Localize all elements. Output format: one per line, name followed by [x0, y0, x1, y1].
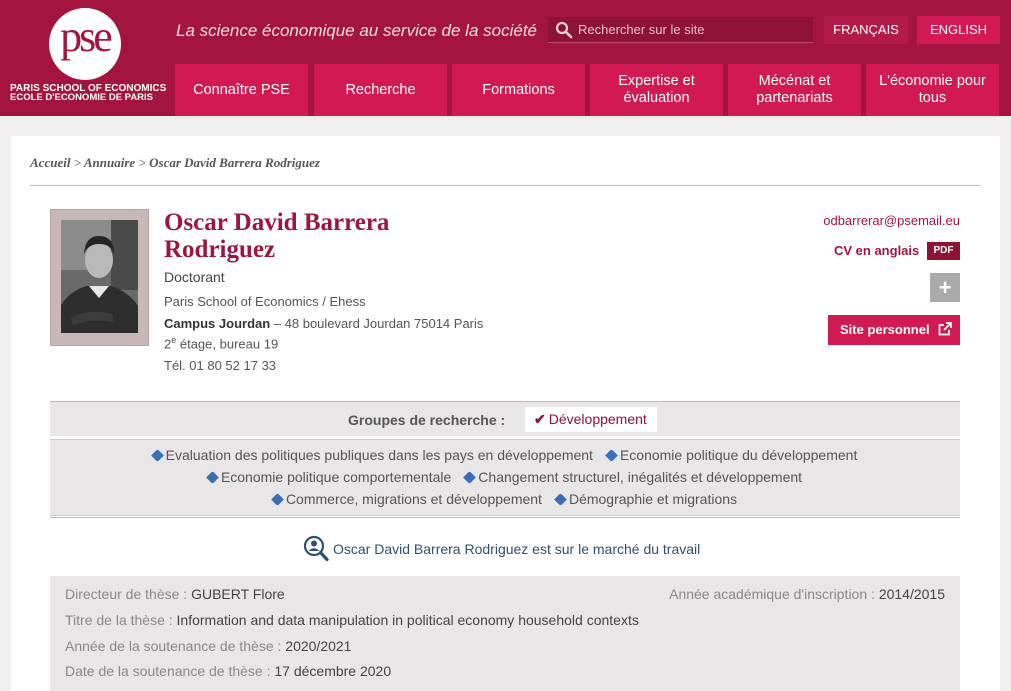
research-group-tag[interactable]: ✔ Développement — [525, 407, 657, 432]
profile-photo — [50, 209, 149, 346]
tag-icon — [271, 493, 284, 506]
nav-expertise[interactable]: Expertise et évaluation — [590, 64, 723, 116]
personal-site-label: Site personnel — [840, 322, 930, 337]
site-header: pse PARIS SCHOOL OF ECONOMICS ECOLE D'EC… — [0, 0, 1011, 116]
defense-year-label: Année de la soutenance de thèse : — [65, 638, 286, 654]
breadcrumb: Accueil > Annuaire > Oscar David Barrera… — [30, 155, 320, 171]
profile-name-line-2: Rodriguez — [164, 236, 276, 263]
nav-formations[interactable]: Formations — [452, 64, 585, 116]
tag-row: Commerce, migrations et développement Dém… — [50, 491, 960, 507]
nav-mecenat[interactable]: Mécénat et partenariats — [728, 64, 861, 116]
thesis-info: Directeur de thèse : GUBERT Flore Année … — [50, 576, 960, 691]
lang-french-button[interactable]: FRANÇAIS — [824, 16, 908, 44]
topic-tag-label: Economie politique comportementale — [220, 469, 452, 485]
topic-tag[interactable]: Commerce, migrations et développement — [271, 491, 542, 507]
portrait-image — [61, 220, 138, 333]
defense-year-value: 2020/2021 — [285, 638, 352, 654]
breadcrumb-annuaire[interactable]: Annuaire — [84, 155, 135, 170]
breadcrumb-home[interactable]: Accueil — [30, 155, 70, 170]
research-groups-label: Groupes de recherche : — [348, 412, 506, 428]
tag-icon — [554, 493, 567, 506]
tag-row: Economie politique comportementale Change… — [50, 469, 960, 485]
topic-tag[interactable]: Changement structurel, inégalités et dév… — [463, 469, 803, 485]
nav-economie-pour-tous[interactable]: L'économie pour tous — [866, 64, 999, 116]
nav-recherche[interactable]: Recherche — [314, 64, 447, 116]
topic-tag[interactable]: Evaluation des politiques publiques dans… — [150, 447, 593, 463]
breadcrumb-separator: > — [138, 155, 146, 170]
personal-site-button[interactable]: Site personnel — [828, 315, 960, 345]
search-icon — [555, 21, 573, 39]
breadcrumb-current: Oscar David Barrera Rodriguez — [149, 155, 320, 170]
logo-mark: pse — [49, 8, 121, 80]
defense-year: Année de la soutenance de thèse : 2020/2… — [65, 638, 351, 654]
topic-tag-label: Changement structurel, inégalités et dév… — [478, 469, 803, 485]
profile-phone: Tél. 01 80 52 17 33 — [164, 358, 277, 373]
topic-tag[interactable]: Economie politique du développement — [605, 447, 858, 463]
pse-logo[interactable]: pse PARIS SCHOOL OF ECONOMICS ECOLE D'EC… — [0, 0, 168, 116]
nav-connaitre-pse[interactable]: Connaître PSE — [175, 64, 308, 116]
divider — [50, 517, 960, 518]
job-market-link[interactable]: Oscar David Barrera Rodriguez est sur le… — [333, 541, 700, 557]
defense-date-value: 17 décembre 2020 — [274, 663, 392, 679]
thesis-director-value: GUBERT Flore — [191, 586, 285, 602]
topic-tag-label: Commerce, migrations et développement — [285, 491, 542, 507]
breadcrumb-separator: > — [73, 155, 82, 170]
campus-name: Campus Jourdan — [164, 316, 271, 331]
thesis-director: Directeur de thèse : GUBERT Flore — [65, 586, 285, 602]
thesis-title: Titre de la thèse : Information and data… — [65, 612, 639, 628]
site-tagline: La science économique au service de la s… — [176, 21, 537, 40]
search-placeholder: Rechercher sur le site — [578, 22, 705, 37]
job-market-search-icon — [303, 535, 329, 562]
search-input[interactable]: Rechercher sur le site — [548, 17, 813, 43]
profile-institution: Paris School of Economics / Ehess — [164, 294, 366, 309]
divider — [30, 185, 980, 186]
thesis-director-label: Directeur de thèse : — [65, 586, 192, 602]
tag-row: Evaluation des politiques publiques dans… — [50, 447, 960, 463]
defense-date-label: Date de la soutenance de thèse : — [65, 663, 275, 679]
thesis-title-label: Titre de la thèse : — [65, 612, 177, 628]
topic-tag-label: Economie politique du développement — [619, 447, 858, 463]
topic-tag[interactable]: Economie politique comportementale — [206, 469, 452, 485]
tag-icon — [605, 449, 618, 462]
profile-name-line-1: Oscar David Barrera — [164, 209, 390, 236]
profile-office: 2e étage, bureau 19 — [164, 335, 278, 351]
research-groups-bar: Groupes de recherche : ✔ Développement — [50, 401, 960, 436]
office-detail: étage, bureau 19 — [176, 336, 279, 352]
topic-tag[interactable]: Démographie et migrations — [554, 491, 738, 507]
topic-tag-label: Evaluation des politiques publiques dans… — [165, 447, 593, 463]
cv-link[interactable]: CV en anglais — [834, 243, 919, 258]
profile-address: Campus Jourdan – 48 boulevard Jourdan 75… — [164, 316, 483, 331]
defense-date: Date de la soutenance de thèse : 17 déce… — [65, 663, 391, 679]
enrollment-year-label: Année académique d'inscription : — [669, 586, 879, 602]
thesis-title-value: Information and data manipulation in pol… — [176, 612, 639, 628]
enrollment-year: Année académique d'inscription : 2014/20… — [669, 586, 945, 602]
topic-tag-label: Démographie et migrations — [568, 491, 738, 507]
logo-line-2: ECOLE D'ECONOMIE DE PARIS — [10, 92, 154, 103]
pdf-badge[interactable]: PDF — [927, 242, 960, 260]
tag-icon — [206, 471, 219, 484]
tag-icon — [150, 449, 164, 462]
email-link[interactable]: odbarrerar@psemail.eu — [823, 213, 960, 228]
profile-name: Oscar David Barrera Rodriguez — [164, 209, 389, 263]
external-link-icon — [938, 322, 952, 336]
expand-button[interactable]: + — [930, 273, 960, 302]
street-address: – 48 boulevard Jourdan 75014 Paris — [270, 316, 484, 331]
lang-english-button[interactable]: ENGLISH — [917, 16, 1000, 44]
tag-icon — [463, 471, 477, 484]
research-group-label: Développement — [548, 411, 647, 427]
topic-tags: Evaluation des politiques publiques dans… — [50, 439, 960, 516]
checkmark-icon: ✔ — [534, 411, 546, 427]
enrollment-year-value: 2014/2015 — [878, 586, 945, 602]
profile-role: Doctorant — [164, 269, 225, 285]
